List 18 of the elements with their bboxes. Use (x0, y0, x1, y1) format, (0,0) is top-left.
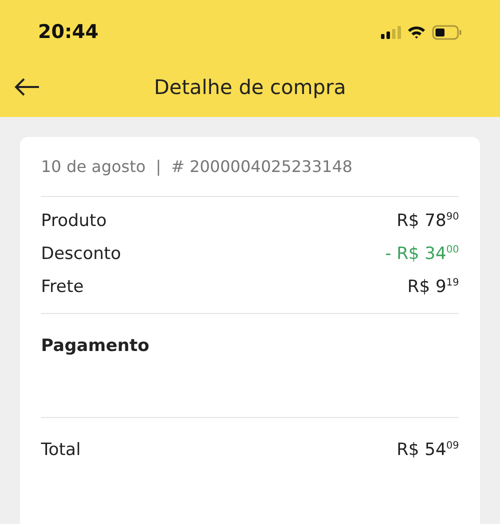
order-number: # 2000004025233148 (171, 157, 352, 176)
line-amount: R$ 9$^{19}$ (407, 277, 459, 297)
meta-separator: | (156, 157, 162, 176)
back-arrow-icon[interactable] (14, 77, 40, 97)
page-title: Detalhe de compra (154, 75, 346, 99)
order-date: 10 de agosto (41, 157, 146, 176)
line-amount: R$ 78$^{90}$ (396, 211, 459, 231)
battery-icon (432, 24, 462, 40)
payment-heading: Pagamento (41, 336, 150, 356)
signal-icon (381, 26, 401, 38)
total-label: Total (41, 440, 81, 460)
total-amount: R$ 54$^{09}$ (396, 440, 459, 460)
line-label: Desconto (41, 244, 121, 264)
line-label: Produto (41, 211, 107, 231)
line-amount: - R$ 34$^{00}$ (385, 244, 459, 264)
line-label: Frete (41, 277, 84, 297)
status-time: 20:44 (38, 21, 98, 43)
wifi-icon (407, 25, 426, 39)
